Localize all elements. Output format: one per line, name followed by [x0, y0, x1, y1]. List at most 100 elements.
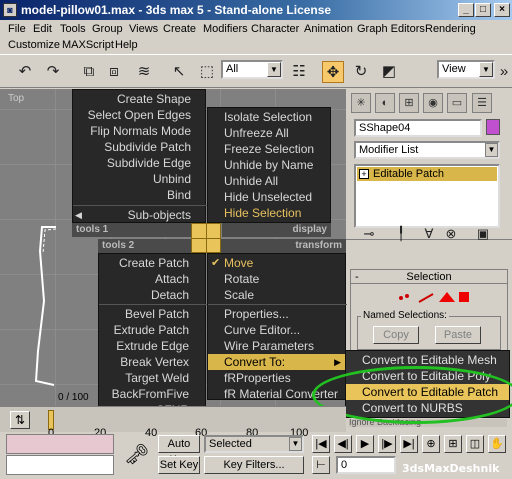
- menu-graph-editors[interactable]: Graph Editors: [357, 23, 425, 35]
- viewport-zoom-all-icon[interactable]: ⊞: [444, 435, 462, 453]
- minimize-icon[interactable]: _: [458, 3, 474, 17]
- viewport-extents-icon[interactable]: ◫: [466, 435, 484, 453]
- expand-plus-icon[interactable]: +: [359, 169, 369, 179]
- menu-item-hide-selection[interactable]: Hide Selection: [224, 205, 301, 221]
- key-mode-toggle-icon[interactable]: ⊢: [312, 456, 330, 474]
- modify-tab-icon[interactable]: ◐: [375, 93, 395, 113]
- configure-modifier-sets-icon[interactable]: ▣: [472, 223, 494, 245]
- menu-create[interactable]: Create: [163, 23, 196, 35]
- make-unique-icon[interactable]: ∀: [418, 223, 440, 245]
- next-frame-icon[interactable]: |▶: [378, 435, 396, 453]
- menu-item-properties[interactable]: Properties...: [224, 306, 289, 322]
- menu-item-unhide-all[interactable]: Unhide All: [224, 173, 278, 189]
- menu-character[interactable]: Character: [251, 23, 299, 35]
- link-icon[interactable]: ⧉: [78, 61, 100, 83]
- menu-edit[interactable]: Edit: [33, 23, 52, 35]
- key-filters-button[interactable]: Key Filters...: [204, 456, 304, 474]
- object-color-swatch[interactable]: [486, 119, 500, 135]
- remove-modifier-icon[interactable]: ⊗: [440, 223, 462, 245]
- menu-item-backfromfive[interactable]: BackFromFive: [112, 386, 189, 402]
- region-select-icon[interactable]: ⬚: [196, 61, 218, 83]
- hierarchy-tab-icon[interactable]: ⊞: [399, 93, 419, 113]
- track-bar[interactable]: ⇅ 0 20 40 60 80 100: [0, 406, 346, 439]
- display-tab-icon[interactable]: ▭: [447, 93, 467, 113]
- menu-item-subdivide-edge[interactable]: Subdivide Edge: [107, 155, 191, 171]
- menu-item-create-patch[interactable]: Create Patch: [119, 255, 189, 271]
- maxscript-listener-white[interactable]: [6, 455, 114, 475]
- menu-modifiers[interactable]: Modifiers: [203, 23, 248, 35]
- bind-space-warp-icon[interactable]: ≋: [133, 61, 155, 83]
- modifier-list-dropdown[interactable]: Modifier List ▼: [354, 141, 500, 159]
- menu-item-wire-parameters[interactable]: Wire Parameters: [224, 338, 314, 354]
- unlink-icon[interactable]: ⧈: [103, 61, 125, 83]
- menu-item-subdivide-patch[interactable]: Subdivide Patch: [104, 139, 191, 155]
- create-tab-icon[interactable]: ✳: [351, 93, 371, 113]
- paste-button[interactable]: Paste: [435, 326, 481, 344]
- menu-item-scale[interactable]: Scale: [224, 287, 254, 303]
- menu-item-attach[interactable]: Attach: [155, 271, 189, 287]
- stack-item[interactable]: + Editable Patch: [357, 167, 497, 181]
- menu-item-select-open-edges[interactable]: Select Open Edges: [88, 107, 191, 123]
- menu-animation[interactable]: Animation: [304, 23, 353, 35]
- menu-item-extrude-edge[interactable]: Extrude Edge: [116, 338, 189, 354]
- prev-frame-icon[interactable]: ◀|: [334, 435, 352, 453]
- menu-file[interactable]: File: [8, 23, 26, 35]
- viewport-zoom-icon[interactable]: ⊕: [422, 435, 440, 453]
- select-by-name-icon[interactable]: ☷: [288, 61, 310, 83]
- goto-start-icon[interactable]: |◀: [312, 435, 330, 453]
- menu-item-detach[interactable]: Detach: [151, 287, 189, 303]
- menu-help[interactable]: Help: [115, 39, 138, 51]
- close-icon[interactable]: ×: [494, 3, 510, 17]
- utilities-tab-icon[interactable]: ☰: [472, 93, 492, 113]
- viewport-label[interactable]: Top: [8, 93, 24, 104]
- menu-rendering[interactable]: Rendering: [425, 23, 476, 35]
- play-icon[interactable]: ▶: [356, 435, 374, 453]
- subobject-level-icons[interactable]: [391, 288, 471, 308]
- pillow-shape-wireframe[interactable]: [20, 221, 60, 391]
- menu-maxscript[interactable]: MAXScript: [62, 39, 114, 51]
- scale-icon[interactable]: ◩: [378, 61, 400, 83]
- undo-icon[interactable]: ↶: [14, 61, 36, 83]
- select-arrow-icon[interactable]: ↖: [168, 61, 190, 83]
- menu-customize[interactable]: Customize: [8, 39, 60, 51]
- object-name-field[interactable]: SShape04: [354, 119, 482, 137]
- menu-item-extrude-patch[interactable]: Extrude Patch: [114, 322, 189, 338]
- menu-item-move[interactable]: Move: [224, 255, 253, 271]
- menu-item-curve-editor[interactable]: Curve Editor...: [224, 322, 300, 338]
- maxscript-listener-pink[interactable]: [6, 434, 114, 454]
- menu-item-rotate[interactable]: Rotate: [224, 271, 259, 287]
- auto-key-button[interactable]: Auto Key: [158, 435, 200, 466]
- menu-item-hide-unselected[interactable]: Hide Unselected: [224, 189, 312, 205]
- toolbar-more-icon[interactable]: »: [498, 61, 510, 83]
- maximize-icon[interactable]: □: [475, 3, 491, 17]
- menu-item-freeze-selection[interactable]: Freeze Selection: [224, 141, 314, 157]
- key-mode-dropdown[interactable]: Selected ▼: [204, 435, 304, 453]
- motion-tab-icon[interactable]: ◉: [423, 93, 443, 113]
- app-icon[interactable]: ◙: [3, 3, 17, 17]
- menu-item-break-vertex[interactable]: Break Vertex: [120, 354, 189, 370]
- rollout-header[interactable]: - Selection: [351, 270, 507, 284]
- menu-views[interactable]: Views: [129, 23, 158, 35]
- menu-item-flip-normals-mode[interactable]: Flip Normals Mode: [90, 123, 191, 139]
- set-key-button[interactable]: Set Key: [158, 456, 200, 474]
- menu-tools[interactable]: Tools: [60, 23, 86, 35]
- rotate-icon[interactable]: ↻: [350, 61, 372, 83]
- menu-item-bevel-patch[interactable]: Bevel Patch: [125, 306, 189, 322]
- menu-item-unhide-by-name[interactable]: Unhide by Name: [224, 157, 313, 173]
- menu-item-bind[interactable]: Bind: [167, 187, 191, 203]
- menu-group[interactable]: Group: [92, 23, 123, 35]
- reference-coord-dropdown[interactable]: View ▼: [437, 60, 495, 79]
- pin-stack-icon[interactable]: ⊸: [358, 223, 380, 245]
- redo-icon[interactable]: ↷: [42, 61, 64, 83]
- goto-end-icon[interactable]: ▶|: [400, 435, 418, 453]
- show-end-result-icon[interactable]: ╿: [390, 223, 412, 245]
- current-frame-field[interactable]: 0: [336, 456, 396, 474]
- mini-curve-editor-icon[interactable]: ⇅: [10, 411, 30, 429]
- menu-item-unbind[interactable]: Unbind: [153, 171, 191, 187]
- menu-item-target-weld[interactable]: Target Weld: [125, 370, 189, 386]
- menu-item-sub-objects[interactable]: Sub-objects: [128, 207, 191, 223]
- viewport-pan-icon[interactable]: ✋: [488, 435, 506, 453]
- menu-item-create-shape[interactable]: Create Shape: [117, 91, 191, 107]
- key-icon[interactable]: 🗝: [124, 442, 149, 467]
- menu-item-unfreeze-all[interactable]: Unfreeze All: [224, 125, 289, 141]
